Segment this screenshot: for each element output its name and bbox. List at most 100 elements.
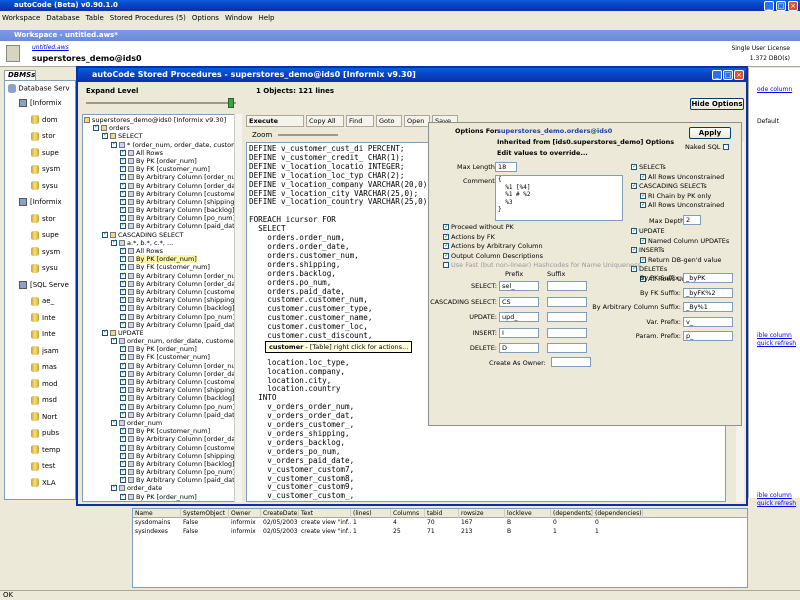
grid-col-header[interactable]: (dependents) — [551, 509, 593, 518]
dbms-tree-item[interactable]: supe — [19, 145, 75, 162]
grid-col-header[interactable]: (dependencies) — [593, 509, 643, 518]
tree-checkbox[interactable] — [102, 132, 108, 140]
dbms-tree-item[interactable]: sysu — [19, 260, 75, 277]
suffix-input[interactable] — [547, 296, 587, 307]
prefix-input[interactable]: D — [499, 343, 539, 353]
max-length-input[interactable]: 18 — [495, 162, 517, 172]
sp-tree-item[interactable]: By Arbitrary Column [po_num] — [84, 403, 240, 411]
suffix-row-input[interactable]: v_ — [683, 316, 733, 327]
sp-tree-item[interactable]: order_date — [84, 484, 240, 492]
grid-col-header[interactable]: (lines) — [351, 509, 391, 518]
sp-tree-item[interactable]: By FK [customer_num] — [84, 263, 240, 271]
menu-item-1[interactable]: Database — [46, 14, 79, 22]
tree-checkbox[interactable] — [120, 411, 126, 418]
expand-level-slider[interactable] — [86, 102, 236, 104]
dbms-tree-item[interactable]: msd — [19, 392, 75, 409]
tree-checkbox[interactable] — [120, 321, 126, 328]
sp-tree-item[interactable]: By Arbitrary Column [po_num] — [84, 214, 240, 222]
right-check-row[interactable]: RI Chain by PK only — [631, 191, 741, 202]
right-link-2[interactable]: ible column — [757, 332, 792, 339]
grid-col-header[interactable]: Text — [299, 509, 351, 518]
tree-checkbox[interactable] — [120, 435, 126, 443]
sp-tree-item[interactable]: By FK [customer_num] — [84, 353, 240, 361]
grid-col-header[interactable]: lockleve — [505, 509, 551, 518]
suffix-row-input[interactable]: _byPK — [683, 273, 733, 283]
sp-tree-item[interactable]: * (order_num, order_date, customer_n — [84, 141, 240, 149]
sp-tree-item[interactable]: By FK [customer_num] — [84, 165, 240, 173]
toolbar-button-open[interactable]: Open — [404, 115, 430, 127]
menu-item-4[interactable]: Options — [192, 14, 219, 22]
dbms-tree-item[interactable]: Inte — [19, 310, 75, 327]
tree-checkbox[interactable] — [120, 272, 126, 279]
tree-checkbox[interactable] — [120, 460, 126, 467]
sp-tree-item[interactable]: All Rows — [84, 149, 240, 157]
tree-checkbox[interactable] — [120, 255, 126, 262]
option-check-row[interactable]: Output Column Descriptions — [443, 251, 643, 262]
right-checkbox[interactable] — [640, 172, 646, 181]
tree-checkbox[interactable] — [120, 370, 126, 377]
tree-checkbox[interactable] — [120, 165, 126, 172]
right-checkbox[interactable] — [631, 245, 637, 255]
right-check-row[interactable]: All Rows Unconstrained — [631, 172, 741, 183]
sp-tree-item[interactable]: By PK [order_num] — [84, 493, 240, 501]
right-checkbox[interactable] — [640, 255, 646, 264]
suffix-row-input[interactable]: _By%1 — [683, 302, 733, 312]
sp-tree-item[interactable]: SELECT — [84, 132, 240, 140]
sp-tree-item[interactable]: By FK [customer_num] — [84, 501, 240, 502]
tree-checkbox[interactable] — [111, 419, 117, 426]
toolbar-button-find[interactable]: Find — [346, 115, 374, 127]
suffix-input[interactable] — [547, 327, 587, 338]
dbms-tree-item[interactable]: jsam — [19, 343, 75, 360]
naked-sql-checkbox[interactable] — [723, 144, 729, 150]
tree-checkbox[interactable] — [120, 427, 126, 434]
tree-checkbox[interactable] — [120, 206, 126, 213]
sp-tree-item[interactable]: By Arbitrary Column [paid_date] — [84, 222, 240, 230]
tree-checkbox[interactable] — [120, 247, 126, 254]
tree-checkbox[interactable] — [120, 353, 126, 361]
dbms-tree-item[interactable]: mas — [19, 359, 75, 376]
hide-options-button[interactable]: Hide Options — [690, 98, 744, 110]
dbms-tree-item[interactable]: temp — [19, 442, 75, 459]
tree-checkbox[interactable] — [120, 493, 126, 500]
dbms-tree-item[interactable]: ae_ — [19, 293, 75, 310]
dbms-tab[interactable]: DBMSs — [4, 70, 36, 80]
sp-tree-item[interactable]: order_num, order_date, customer_num — [84, 337, 240, 345]
prefix-input[interactable]: CS — [499, 296, 539, 307]
dbms-tree-item[interactable]: [SQL Serve — [19, 277, 75, 294]
minimize-button[interactable]: _ — [764, 1, 774, 11]
tree-checkbox[interactable] — [120, 304, 126, 312]
sp-tree-item[interactable]: By Arbitrary Column [customer_nu — [84, 190, 240, 198]
tree-checkbox[interactable] — [120, 157, 126, 164]
tree-checkbox[interactable] — [120, 345, 126, 352]
sp-minimize-button[interactable]: _ — [712, 70, 722, 80]
sp-tree-item[interactable]: By PK [customer_num] — [84, 427, 240, 435]
menu-item-5[interactable]: Window — [225, 14, 253, 22]
sp-tree-item[interactable]: By Arbitrary Column [shipping] — [84, 198, 240, 206]
sp-tree-item[interactable]: By Arbitrary Column [po_num] — [84, 313, 240, 321]
sp-tree-item[interactable]: By PK [order_num] — [84, 345, 240, 353]
workspace-filename[interactable]: untitled.aws — [32, 44, 69, 51]
database-server-node[interactable]: Database Serv — [8, 84, 70, 93]
dbms-tree-item[interactable]: mod — [19, 376, 75, 393]
tree-checkbox[interactable] — [120, 476, 126, 483]
right-check-row[interactable]: SELECTs — [631, 162, 741, 173]
tree-checkbox[interactable] — [120, 313, 126, 320]
tree-checkbox[interactable] — [120, 190, 126, 197]
tree-checkbox[interactable] — [120, 198, 126, 205]
dbms-tree-item[interactable]: stor — [19, 128, 75, 145]
option-check-row[interactable]: Actions by FK — [443, 232, 643, 243]
sp-tree-item[interactable]: orders — [84, 124, 240, 132]
tree-checkbox[interactable] — [120, 149, 126, 156]
toolbar-button-copy-all[interactable]: Copy All — [306, 115, 344, 127]
sp-tree-item[interactable]: By Arbitrary Column [shipping] — [84, 386, 240, 394]
tree-checkbox[interactable] — [111, 141, 117, 148]
right-check-row[interactable]: Named Column UPDATEs — [631, 236, 741, 247]
option-checkbox[interactable] — [443, 262, 449, 268]
sp-tree-item[interactable]: By Arbitrary Column [backlog] — [84, 460, 240, 468]
comment-input[interactable]: { %1 [%4] %1 # %2 %3 } — [495, 175, 623, 221]
sp-tree-item[interactable]: By Arbitrary Column [paid_date] — [84, 411, 240, 419]
create-as-owner-input[interactable] — [551, 357, 591, 367]
right-checkbox[interactable] — [631, 226, 637, 236]
sp-tree-item[interactable]: By Arbitrary Column [backlog] — [84, 394, 240, 402]
dbms-tree-item[interactable]: [Informix — [19, 194, 75, 211]
